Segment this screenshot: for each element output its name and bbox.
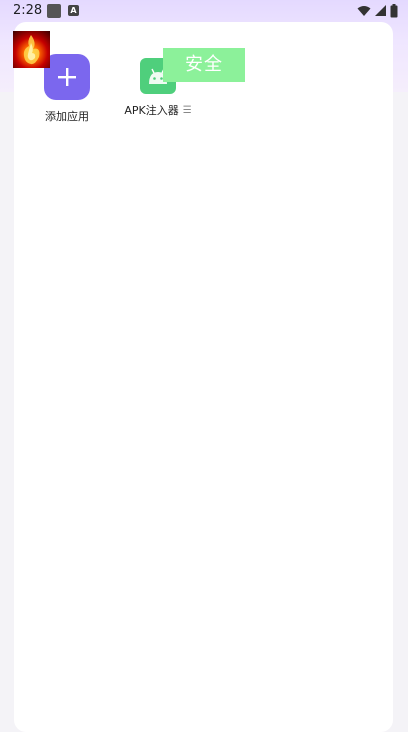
wifi-icon bbox=[357, 6, 371, 16]
apk-injector-label: APK注入器 bbox=[124, 104, 179, 117]
app-list-card bbox=[14, 22, 393, 732]
battery-icon bbox=[390, 4, 398, 18]
add-app-label: 添加应用 bbox=[45, 110, 89, 123]
fire-phoenix-avatar[interactable] bbox=[13, 31, 50, 68]
a-notification-icon: A bbox=[68, 5, 79, 16]
signal-icon bbox=[375, 5, 386, 16]
status-right-icons bbox=[357, 4, 398, 18]
status-bar: 2:28 A bbox=[0, 0, 408, 24]
status-time: 2:28 bbox=[13, 3, 43, 18]
menu-lines-icon: ☰ bbox=[182, 104, 192, 116]
plus-icon bbox=[44, 54, 90, 100]
notification-square-icon bbox=[47, 4, 61, 18]
safe-overlay-badge: 安全 bbox=[163, 48, 245, 82]
